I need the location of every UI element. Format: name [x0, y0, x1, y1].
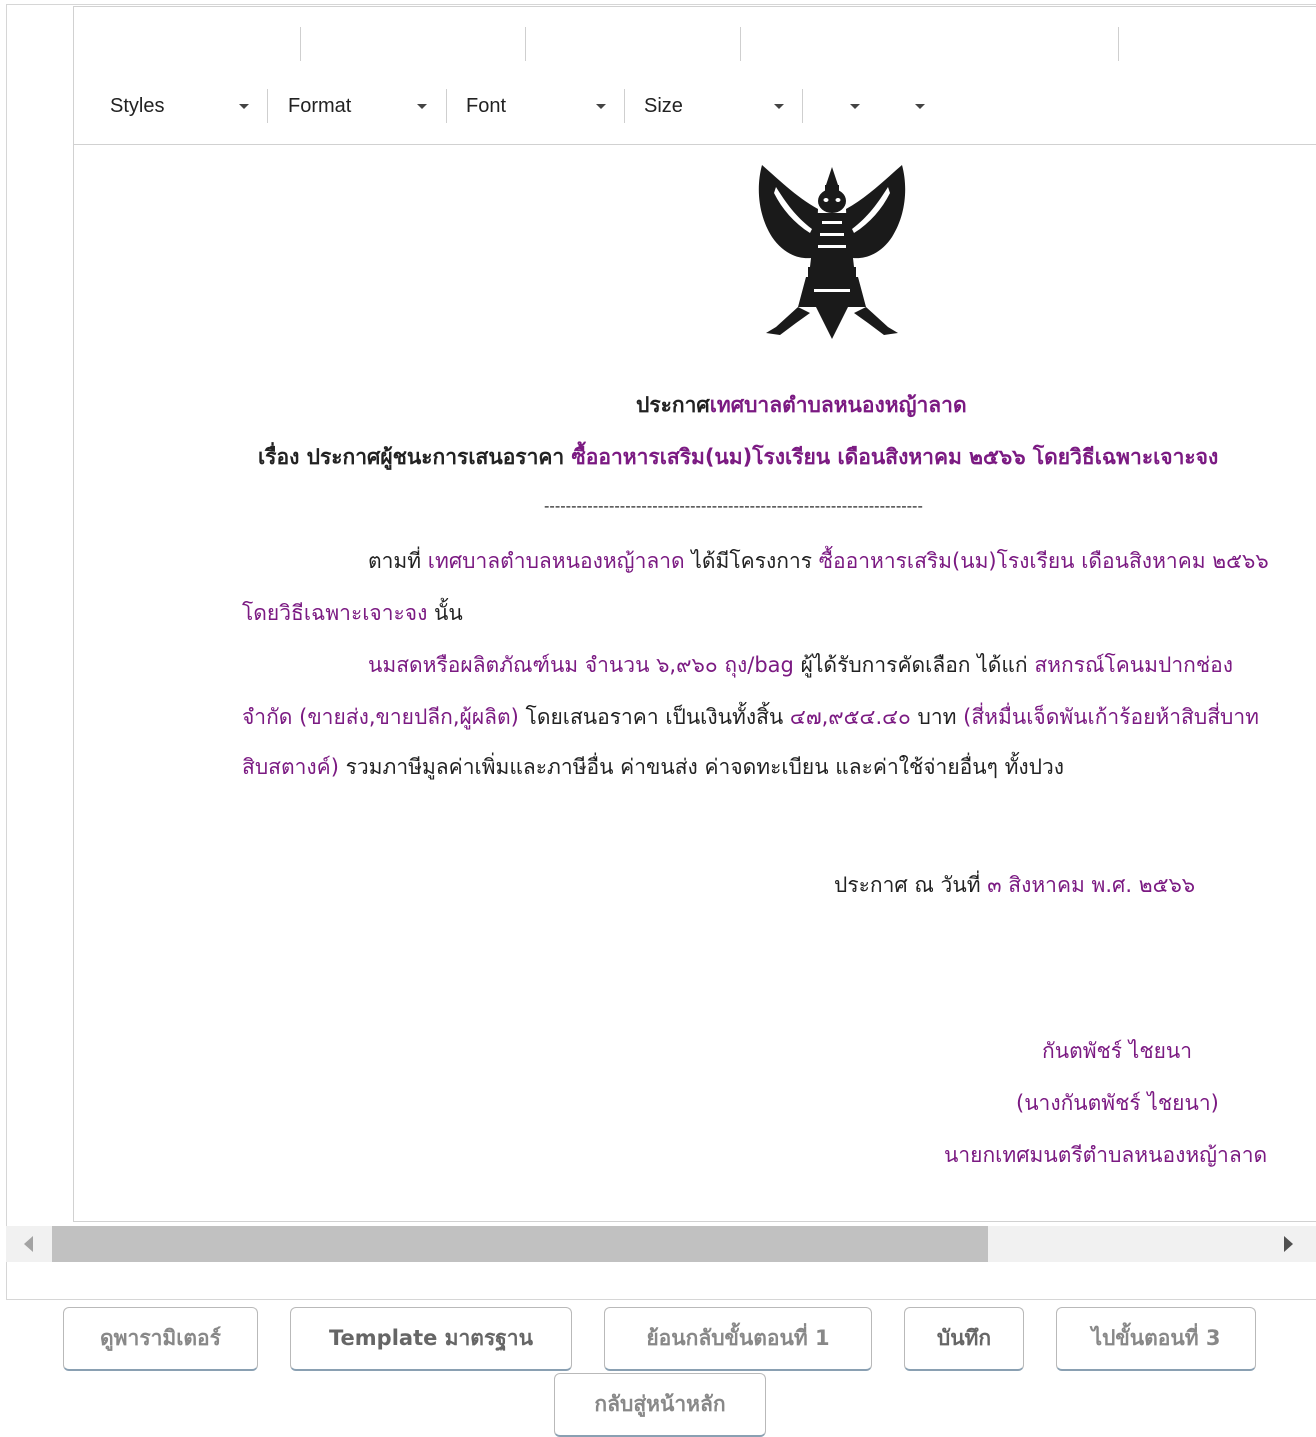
- font-dropdown[interactable]: Font: [466, 89, 616, 123]
- format-dropdown-label: Format: [288, 94, 352, 117]
- announcement-date: ประกาศ ณ วันที่ ๓ สิงหาคม พ.ศ. ๒๕๖๖: [834, 873, 1196, 897]
- toolbar-separator: [1118, 27, 1119, 61]
- paragraph-1-line-1: ตามที่ เทศบาลตำบลหนองหญ้าลาด ได้มีโครงกา…: [368, 549, 1269, 573]
- back-to-home-button[interactable]: กลับสู่หน้าหลัก: [554, 1373, 766, 1437]
- format-dropdown[interactable]: Format: [288, 89, 438, 123]
- scroll-left-arrow-icon[interactable]: [24, 1236, 33, 1252]
- size-dropdown-label: Size: [644, 94, 683, 117]
- toolbar-separator: [802, 89, 803, 123]
- chevron-down-icon[interactable]: [417, 104, 427, 109]
- chevron-down-icon[interactable]: [239, 104, 249, 109]
- scroll-right-arrow-icon[interactable]: [1284, 1236, 1293, 1252]
- chevron-down-icon[interactable]: [596, 104, 606, 109]
- back-to-step-1-button[interactable]: ย้อนกลับขั้นตอนที่ 1: [604, 1307, 872, 1371]
- toolbar-separator: [446, 89, 447, 123]
- view-parameters-button[interactable]: ดูพารามิเตอร์: [63, 1307, 258, 1371]
- paragraph-2-line-1: นมสดหรือผลิตภัณฑ์นม จำนวน ๖,๙๖๐ ถุง/bag …: [368, 653, 1233, 677]
- rich-text-editor[interactable]: Styles Format Font Size ประกาศเทศบาลตำบล…: [73, 6, 1316, 1222]
- paragraph-1-line-2: โดยวิธีเฉพาะเจาะจง นั้น: [242, 601, 463, 625]
- document-content[interactable]: ประกาศเทศบาลตำบลหนองหญ้าลาด เรื่อง ประกา…: [74, 145, 1316, 1221]
- styles-dropdown-label: Styles: [110, 94, 165, 117]
- announcement-title: ประกาศเทศบาลตำบลหนองหญ้าลาด: [636, 393, 967, 417]
- chevron-down-icon[interactable]: [915, 104, 925, 109]
- chevron-down-icon[interactable]: [850, 104, 860, 109]
- editor-toolbar: Styles Format Font Size: [74, 7, 1316, 145]
- size-dropdown[interactable]: Size: [644, 89, 794, 123]
- toolbar-separator: [267, 89, 268, 123]
- standard-template-button[interactable]: Template มาตรฐาน: [290, 1307, 572, 1371]
- divider-line: ----------------------------------------…: [544, 497, 923, 515]
- paragraph-2-line-2: จำกัด (ขายส่ง,ขายปลีก,ผู้ผลิต) โดยเสนอรา…: [242, 705, 1259, 729]
- horizontal-scrollbar[interactable]: [6, 1222, 1316, 1300]
- signature-full-name: (นางกันตพัชร์ ไชยนา): [1016, 1091, 1219, 1115]
- announcement-subject: เรื่อง ประกาศผู้ชนะการเสนอราคา ซื้ออาหาร…: [258, 445, 1219, 469]
- font-dropdown-label: Font: [466, 94, 507, 117]
- toolbar-separator: [740, 27, 741, 61]
- signature-name: กันตพัชร์ ไชยนา: [1042, 1039, 1193, 1063]
- styles-dropdown[interactable]: Styles: [110, 89, 260, 123]
- scrollbar-thumb[interactable]: [52, 1226, 988, 1262]
- toolbar-separator: [300, 27, 301, 61]
- toolbar-separator: [525, 27, 526, 61]
- chevron-down-icon[interactable]: [774, 104, 784, 109]
- paragraph-2-line-3: สิบสตางค์) รวมภาษีมูลค่าเพิ่มและภาษีอื่น…: [242, 755, 1065, 779]
- signature-position: นายกเทศมนตรีตำบลหนองหญ้าลาด: [944, 1143, 1268, 1167]
- toolbar-separator: [624, 89, 625, 123]
- save-button[interactable]: บันทึก: [904, 1307, 1024, 1371]
- garuda-emblem-icon: [758, 165, 906, 339]
- next-to-step-3-button[interactable]: ไปขั้นตอนที่ 3: [1056, 1307, 1256, 1371]
